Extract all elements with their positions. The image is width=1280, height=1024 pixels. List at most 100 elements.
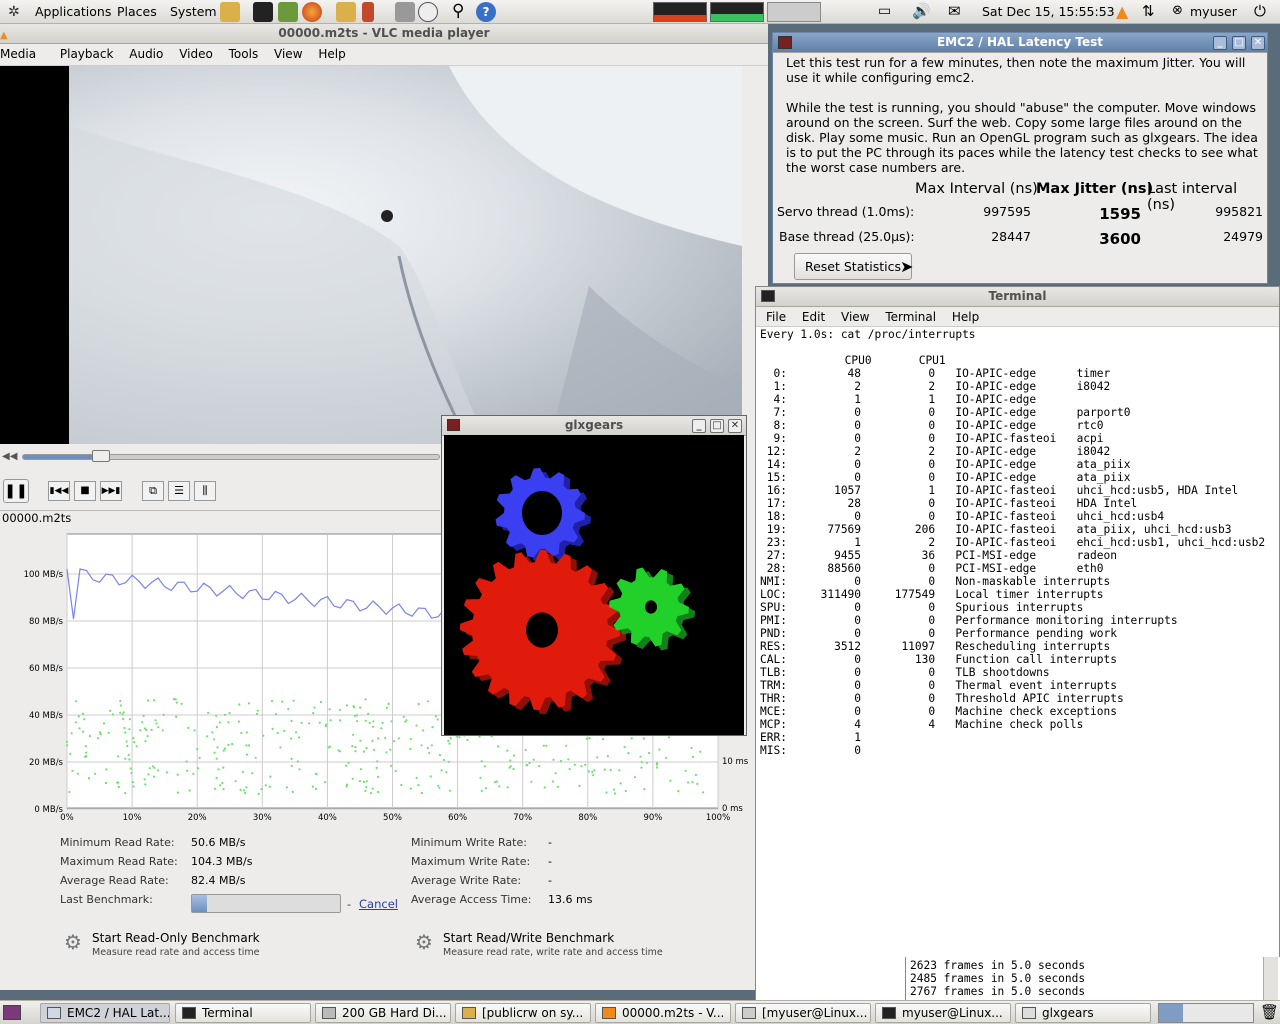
next-button[interactable]: ▶▶▮ — [100, 481, 122, 501]
taskbar-item[interactable]: myuser@Linux... — [875, 1003, 1011, 1023]
seek-rewind-icon[interactable]: ◀◀ — [2, 451, 17, 462]
access-time-point — [251, 772, 254, 775]
menu-media[interactable]: Media — [0, 44, 42, 64]
access-time-point — [147, 773, 150, 776]
access-time-point — [409, 748, 412, 751]
seek-bar[interactable] — [22, 454, 440, 460]
display-icon[interactable]: ▭ — [878, 3, 891, 19]
frames-line: 2767 frames in 5.0 seconds — [910, 985, 1086, 998]
cancel-link[interactable]: Cancel — [359, 897, 398, 911]
firefox-icon[interactable] — [302, 2, 322, 22]
base-jitter: 3600 — [1099, 230, 1141, 248]
term-menu-edit[interactable]: Edit — [796, 307, 831, 327]
task-label: 00000.m2ts - V... — [622, 1006, 725, 1020]
access-time-point — [578, 784, 581, 787]
editor-icon[interactable] — [362, 2, 374, 22]
menu-view[interactable]: View — [268, 44, 308, 64]
gnome-foot-icon[interactable]: ✲ — [8, 4, 20, 20]
taskbar-item[interactable]: EMC2 / HAL Lat... — [40, 1003, 170, 1023]
taskbar-item[interactable]: Terminal — [175, 1003, 311, 1023]
user-name[interactable]: myuser — [1190, 4, 1237, 19]
menu-tools[interactable]: Tools — [223, 44, 265, 64]
stop-button[interactable]: ■ — [74, 481, 96, 501]
term-menu-help[interactable]: Help — [946, 307, 985, 327]
taskbar: EMC2 / HAL Lat... Terminal 200 GB Hard D… — [0, 1000, 1280, 1024]
taskbar-item[interactable]: glxgears — [1015, 1003, 1151, 1023]
scrollbar[interactable] — [1263, 957, 1278, 1000]
term-menu-terminal[interactable]: Terminal — [879, 307, 942, 327]
system-menu[interactable]: System — [170, 4, 217, 19]
maximize-button[interactable]: □ — [1232, 36, 1246, 50]
latency-test-titlebar[interactable]: EMC2 / HAL Latency Test _ □ ✕ — [773, 33, 1267, 53]
taskbar-item[interactable]: 200 GB Hard Di... — [315, 1003, 451, 1023]
network-tool-icon[interactable] — [395, 2, 415, 22]
taskbar-item[interactable]: [publicrw on sy... — [455, 1003, 591, 1023]
minimize-button[interactable]: _ — [1213, 36, 1227, 50]
access-time-point — [109, 709, 112, 712]
window-menu-icon[interactable] — [778, 36, 792, 49]
access-time-point — [185, 760, 188, 763]
access-time-point — [532, 758, 535, 761]
monitor-launcher-icon[interactable] — [278, 2, 298, 22]
applications-menu[interactable]: Applications — [35, 4, 111, 19]
cpu-monitor — [653, 2, 707, 22]
trash-icon[interactable]: 🗑 — [1260, 1003, 1279, 1021]
term-menu-view[interactable]: View — [835, 307, 875, 327]
reset-statistics-button[interactable]: Reset Statistics — [794, 253, 912, 280]
taskbar-item[interactable]: 00000.m2ts - V... — [595, 1003, 731, 1023]
clock-tool-icon[interactable] — [418, 2, 438, 22]
launcher-icon[interactable] — [336, 2, 356, 22]
prev-button[interactable]: ▮◀◀ — [48, 481, 70, 501]
latency-test-window: EMC2 / HAL Latency Test _ □ ✕ Let this t… — [772, 32, 1268, 284]
taskbar-item[interactable]: [myuser@Linux... — [735, 1003, 871, 1023]
glxgears-window-icon[interactable] — [447, 419, 460, 431]
term-menu-file[interactable]: File — [756, 307, 792, 327]
terminal-output[interactable]: Every 1.0s: cat /proc/interrupts CPU0 CP… — [756, 328, 1279, 758]
help-icon[interactable]: ? — [476, 2, 496, 22]
glxgears-titlebar[interactable]: glxgears _ □ ✕ — [442, 416, 746, 436]
menu-video[interactable]: Video — [173, 44, 219, 64]
menu-playback[interactable]: Playback — [54, 44, 120, 64]
vlc-titlebar[interactable]: 00000.m2ts - VLC media player — [0, 24, 768, 44]
pause-button[interactable]: ❚❚ — [3, 479, 29, 503]
user-status-icon[interactable]: ⊗ — [1172, 3, 1183, 18]
search-icon[interactable]: ⚲ — [452, 1, 464, 21]
seek-handle[interactable] — [92, 450, 111, 462]
mail-icon[interactable]: ✉ — [948, 2, 961, 20]
access-time-point — [329, 719, 332, 722]
y-tick-label: 0 MB/s — [34, 805, 63, 815]
workspace-switcher[interactable] — [1158, 1003, 1254, 1023]
access-time-point — [434, 715, 437, 718]
frames-line: 2485 frames in 5.0 seconds — [910, 972, 1086, 985]
places-menu[interactable]: Places — [117, 4, 157, 19]
fullscreen-button[interactable]: ⧉ — [142, 481, 164, 501]
access-time-point — [567, 758, 570, 761]
show-desktop-icon[interactable] — [3, 1005, 21, 1020]
vlc-tray-icon[interactable]: ▲ — [1116, 2, 1128, 21]
network-transfer-icon[interactable]: ⇅ — [1142, 2, 1155, 20]
terminal-titlebar[interactable]: Terminal — [756, 287, 1279, 307]
close-button[interactable]: ✕ — [728, 419, 742, 433]
extended-settings-button[interactable]: ⫼ — [194, 481, 216, 501]
read-only-benchmark-button[interactable]: ⚙ Start Read-Only Benchmark Measure read… — [64, 930, 364, 958]
access-time-point — [268, 785, 271, 788]
access-time-point — [367, 712, 370, 715]
power-icon[interactable]: ⏻ — [1254, 2, 1266, 20]
menu-help[interactable]: Help — [312, 44, 351, 64]
clock-label[interactable]: Sat Dec 15, 15:55:53 — [982, 4, 1115, 19]
menu-audio[interactable]: Audio — [123, 44, 169, 64]
close-button[interactable]: ✕ — [1251, 36, 1265, 50]
maximize-button[interactable]: □ — [710, 419, 724, 433]
access-time-point — [612, 788, 616, 791]
terminal-launcher-icon[interactable] — [253, 2, 273, 22]
access-time-point — [371, 787, 374, 790]
terminal-window-icon[interactable] — [761, 290, 775, 302]
video-area[interactable] — [0, 66, 742, 444]
minimize-button[interactable]: _ — [692, 419, 706, 433]
volume-icon[interactable]: 🔊 — [912, 2, 931, 20]
playlist-button[interactable]: ☰ — [168, 481, 190, 501]
launcher-icon[interactable] — [220, 2, 240, 22]
access-time-point — [328, 708, 331, 711]
access-time-point — [352, 733, 355, 736]
read-write-benchmark-button[interactable]: ⚙ Start Read/Write Benchmark Measure rea… — [415, 930, 715, 958]
